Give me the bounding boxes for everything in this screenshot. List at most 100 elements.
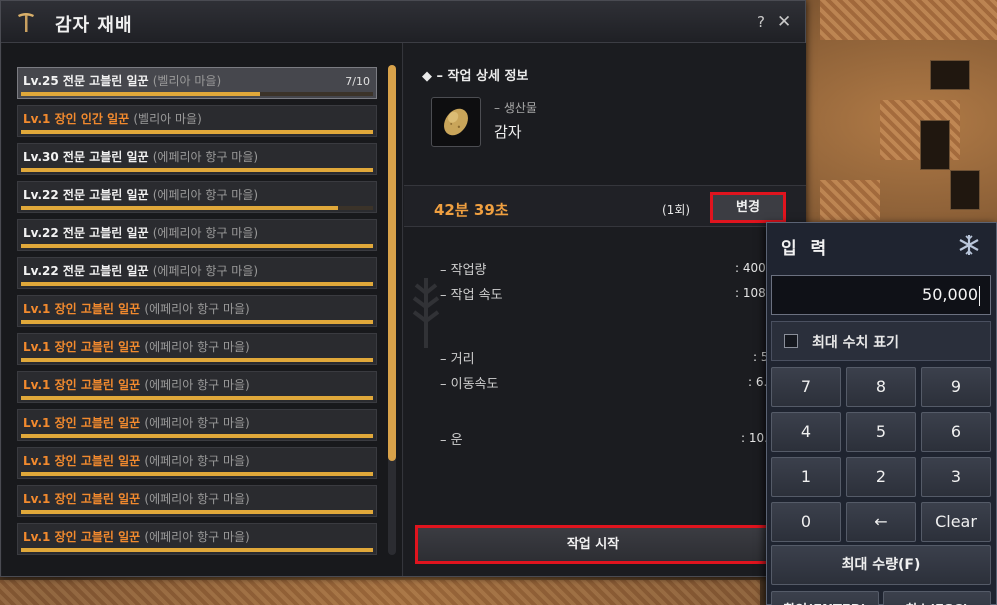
key-5[interactable]: 5: [846, 412, 916, 452]
stamina-bar-fill: [21, 510, 373, 514]
stat-speed-label: – 작업 속도: [440, 288, 503, 303]
worker-location: (에페리아 항구 마을): [144, 340, 250, 354]
worker-row[interactable]: Lv.1 장인 인간 일꾼 (벨리아 마을): [17, 105, 377, 137]
quantity-input[interactable]: 50,000: [771, 275, 991, 315]
worker-label: Lv.22 전문 고블린 일꾼 (에페리아 항구 마을): [23, 224, 258, 241]
worker-label: Lv.25 전문 고블린 일꾼 (벨리아 마을): [23, 72, 221, 89]
worker-label: Lv.30 전문 고블린 일꾼 (에페리아 항구 마을): [23, 148, 258, 165]
worker-location: (에페리아 항구 마을): [144, 530, 250, 544]
worker-row[interactable]: Lv.1 장인 고블린 일꾼 (에페리아 항구 마을): [17, 409, 377, 441]
worker-location: (에페리아 항구 마을): [152, 264, 259, 278]
stat-luck-value: : 10.: [741, 431, 768, 445]
cancel-button[interactable]: 취소(ESC): [883, 591, 991, 605]
worker-label: Lv.22 전문 고블린 일꾼 (에페리아 항구 마을): [23, 262, 258, 279]
work-detail-panel: ◆ – 작업 상세 정보 – 생산물 감자 42분 39초 (1회) 변경 – …: [404, 43, 806, 576]
worker-row[interactable]: Lv.22 전문 고블린 일꾼 (에페리아 항구 마을): [17, 219, 377, 251]
stamina-bar-track: [21, 396, 373, 400]
key-3[interactable]: 3: [921, 457, 991, 497]
worker-label: Lv.1 장인 고블린 일꾼 (에페리아 항구 마을): [23, 300, 250, 317]
worker-name: Lv.1 장인 고블린 일꾼: [23, 492, 141, 506]
max-value-label: 최대 수치 표기: [812, 335, 900, 351]
stamina-bar-fill: [21, 472, 373, 476]
max-value-toggle[interactable]: 최대 수치 표기: [771, 321, 991, 361]
max-quantity-button[interactable]: 최대 수량(F): [771, 545, 991, 585]
worker-row[interactable]: Lv.22 전문 고블린 일꾼 (에페리아 항구 마을): [17, 257, 377, 289]
stat-workload-label: – 작업량: [440, 263, 487, 278]
work-count: (1회): [662, 203, 691, 217]
stamina-bar-track: [21, 320, 373, 324]
stat-distance-label: – 거리: [440, 352, 475, 367]
backspace-key[interactable]: ←: [846, 502, 916, 542]
key-2[interactable]: 2: [846, 457, 916, 497]
stamina-bar-track: [21, 510, 373, 514]
clear-key[interactable]: Clear: [921, 502, 991, 542]
worker-row[interactable]: Lv.30 전문 고블린 일꾼 (에페리아 항구 마을): [17, 143, 377, 175]
worker-name: Lv.1 장인 고블린 일꾼: [23, 416, 141, 430]
farming-window: 감자 재배 ? ✕ Lv.25 전문 고블린 일꾼 (벨리아 마을) 7/10 Lv…: [0, 0, 806, 577]
worker-work-count: 7/10: [345, 75, 370, 88]
close-button[interactable]: ✕: [777, 12, 791, 32]
worker-row[interactable]: Lv.1 장인 고블린 일꾼 (에페리아 항구 마을): [17, 333, 377, 365]
worker-location: (에페리아 항구 마을): [144, 302, 250, 316]
key-8[interactable]: 8: [846, 367, 916, 407]
key-4[interactable]: 4: [771, 412, 841, 452]
worker-location: (에페리아 항구 마을): [152, 150, 259, 164]
roof-tiles: [820, 0, 997, 40]
key-7[interactable]: 7: [771, 367, 841, 407]
help-button[interactable]: ?: [757, 13, 765, 31]
roof-tiles: [820, 180, 880, 220]
worker-label: Lv.1 장인 고블린 일꾼 (에페리아 항구 마을): [23, 490, 250, 507]
key-0[interactable]: 0: [771, 502, 841, 542]
worker-name: Lv.1 장인 고블린 일꾼: [23, 530, 141, 544]
stat-movespeed-label: – 이동속도: [440, 377, 499, 392]
worker-row[interactable]: Lv.1 장인 고블린 일꾼 (에페리아 항구 마을): [17, 523, 377, 555]
stamina-bar-track: [21, 282, 373, 286]
stamina-bar-track: [21, 92, 373, 96]
max-value-checkbox[interactable]: [784, 334, 798, 348]
worker-name: Lv.22 전문 고블린 일꾼: [23, 264, 149, 278]
confirm-button[interactable]: 확인(ENTER): [771, 591, 879, 605]
worker-row[interactable]: Lv.1 장인 고블린 일꾼 (에페리아 항구 마을): [17, 295, 377, 327]
worker-location: (에페리아 항구 마을): [144, 378, 250, 392]
key-6[interactable]: 6: [921, 412, 991, 452]
start-work-button[interactable]: 작업 시작: [415, 525, 771, 564]
number-input-popup: 입 력 50,000 최대 수치 표기 7 8 9 4 5 6 1 2 3 0 ← Clear 최대 …: [766, 222, 997, 605]
stamina-bar-track: [21, 168, 373, 172]
stat-movespeed-value: : 6.: [748, 375, 768, 389]
worker-label: Lv.1 장인 고블린 일꾼 (에페리아 항구 마을): [23, 376, 250, 393]
worker-location: (에페리아 항구 마을): [144, 416, 250, 430]
worker-row[interactable]: Lv.22 전문 고블린 일꾼 (에페리아 항구 마을): [17, 181, 377, 213]
snowflake-icon[interactable]: [957, 233, 981, 257]
pickaxe-icon: [18, 13, 34, 32]
quantity-value: 50,000: [922, 285, 978, 304]
work-time-row: 42분 39초 (1회) 변경: [404, 185, 806, 227]
worker-row[interactable]: Lv.1 장인 고블린 일꾼 (에페리아 항구 마을): [17, 485, 377, 517]
product-name: 감자: [494, 123, 522, 141]
worker-label: Lv.1 장인 고블린 일꾼 (에페리아 항구 마을): [23, 414, 250, 431]
worker-name: Lv.1 장인 고블린 일꾼: [23, 454, 141, 468]
stamina-bar-track: [21, 206, 373, 210]
window-titlebar[interactable]: 감자 재배 ? ✕: [1, 1, 805, 43]
worker-row[interactable]: Lv.1 장인 고블린 일꾼 (에페리아 항구 마을): [17, 447, 377, 479]
roof-tiles: [0, 580, 760, 605]
text-caret: [979, 285, 980, 306]
product-slot[interactable]: [431, 97, 481, 147]
worker-row[interactable]: Lv.25 전문 고블린 일꾼 (벨리아 마을) 7/10: [17, 67, 377, 99]
key-1[interactable]: 1: [771, 457, 841, 497]
stamina-bar-track: [21, 434, 373, 438]
scrollbar-thumb[interactable]: [388, 65, 396, 461]
change-button[interactable]: 변경: [710, 192, 786, 223]
worker-label: Lv.1 장인 고블린 일꾼 (에페리아 항구 마을): [23, 338, 250, 355]
potato-icon: [444, 108, 468, 136]
worker-name: Lv.1 장인 고블린 일꾼: [23, 378, 141, 392]
worker-location: (에페리아 항구 마을): [152, 188, 259, 202]
stamina-bar-track: [21, 548, 373, 552]
stamina-bar-track: [21, 130, 373, 134]
key-9[interactable]: 9: [921, 367, 991, 407]
worker-row[interactable]: Lv.1 장인 고블린 일꾼 (에페리아 항구 마을): [17, 371, 377, 403]
worker-name: Lv.25 전문 고블린 일꾼: [23, 74, 149, 88]
stamina-bar-fill: [21, 244, 373, 248]
worker-name: Lv.1 장인 고블린 일꾼: [23, 302, 141, 316]
worker-location: (에페리아 항구 마을): [144, 492, 250, 506]
stamina-bar-fill: [21, 548, 373, 552]
